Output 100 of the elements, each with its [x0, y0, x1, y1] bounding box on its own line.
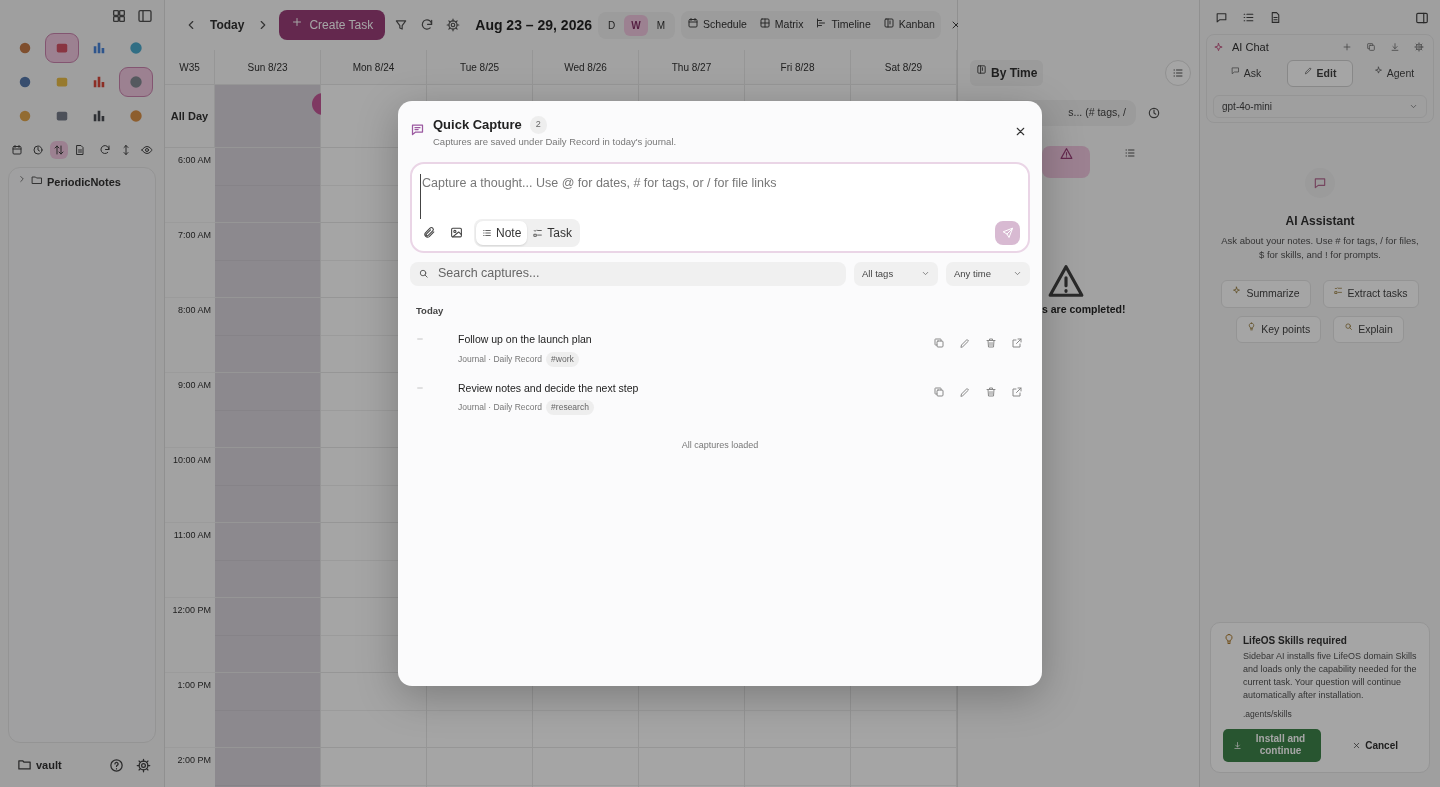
dialog-title: Quick Capture	[433, 116, 522, 134]
view-tab[interactable]: W	[624, 14, 648, 36]
filter-dropdown[interactable]: Any time	[946, 261, 1030, 286]
search-field[interactable]: Search captures...	[410, 261, 846, 286]
search-icon	[418, 268, 429, 280]
sidebar-toggle-icon	[1415, 10, 1429, 25]
count-badge: 2	[529, 116, 547, 134]
quick-action-button[interactable]: Explain	[1333, 315, 1404, 344]
edit-icon	[959, 385, 971, 398]
list-icon	[1124, 146, 1136, 159]
columns-icon	[976, 64, 987, 75]
assistant-heading: AI Assistant	[1284, 213, 1356, 231]
checklist-icon	[1333, 285, 1343, 295]
chat-mode-tab[interactable]: Ask	[1213, 59, 1279, 88]
send-icon	[1001, 226, 1014, 239]
type-tab[interactable]: Note	[476, 220, 528, 245]
vault-button[interactable]: vault	[14, 753, 65, 777]
warning-icon	[1059, 146, 1073, 160]
capture-source: Journal · Daily Record	[458, 401, 543, 414]
assistant-description: Ask about your notes. Use # for tags, / for files, $ for skills, and ! for prompts.	[1220, 234, 1420, 262]
app-icon[interactable]	[119, 67, 153, 97]
plus-icon	[1342, 42, 1352, 53]
send-button[interactable]	[995, 220, 1020, 245]
search-icon	[1344, 321, 1354, 331]
warning-tab[interactable]	[1042, 145, 1090, 178]
tag-label: #research	[546, 400, 594, 415]
dash-icon	[416, 335, 424, 343]
filter-dropdown[interactable]: All tags	[854, 261, 938, 286]
view-mode-tab[interactable]: Timeline	[812, 14, 874, 36]
notice-path: .agents/skills	[1243, 708, 1293, 721]
help-icon	[109, 757, 124, 773]
checklist-icon	[533, 227, 544, 238]
tree-item[interactable]: PeriodicNotes	[17, 174, 147, 191]
matrix-icon	[758, 17, 771, 30]
filter-icon	[394, 18, 409, 32]
plus-icon	[291, 16, 304, 28]
type-tab[interactable]: Task	[527, 220, 579, 245]
bulb-icon	[1223, 633, 1235, 645]
capture-input[interactable]: Capture a thought... Use @ for dates, # for tags, or / for file links	[420, 173, 1020, 219]
cancel-button[interactable]: Cancel	[1349, 734, 1401, 756]
sort-icon[interactable]	[50, 141, 68, 159]
view-mode-tab[interactable]: Schedule	[684, 14, 750, 36]
view-mode-tab[interactable]: Matrix	[755, 14, 807, 36]
copy-icon	[933, 385, 945, 398]
image-icon	[450, 226, 463, 240]
settings-icon	[136, 757, 151, 773]
copy-icon	[933, 337, 945, 349]
quick-action-button[interactable]: Key points	[1236, 315, 1322, 344]
search-input[interactable]: Search captures...	[436, 263, 838, 285]
refresh-icon	[420, 18, 435, 32]
list-toggle-button[interactable]	[1165, 60, 1191, 86]
edit-icon	[959, 337, 971, 349]
download-icon	[1233, 740, 1242, 750]
view-tab[interactable]: M	[649, 14, 673, 36]
list-icon	[1172, 67, 1184, 79]
notice-title: LifeOS Skills required	[1243, 634, 1348, 648]
capture-text: Review notes and decide the next step	[458, 380, 639, 396]
capture-field[interactable]: Capture a thought... Use @ for dates, # for tags, or / for file links Note Task	[410, 161, 1030, 253]
settings-icon	[446, 18, 461, 32]
group-heading: Today	[416, 303, 445, 318]
status-text: All captures loaded	[680, 439, 760, 452]
chat-icon	[1230, 65, 1240, 75]
view-mode-tab[interactable]: Kanban	[879, 14, 938, 36]
chat-mode-tab[interactable]: Agent	[1361, 59, 1427, 88]
view-tab[interactable]: D	[601, 14, 623, 36]
timeline-icon	[815, 17, 828, 30]
chat-icon	[1313, 176, 1327, 191]
date-range: Aug 23 – 29, 2026	[475, 15, 592, 35]
chat-title: AI Chat	[1232, 40, 1269, 55]
quick-action-button[interactable]: Extract tasks	[1322, 279, 1419, 308]
bulb-icon	[1247, 321, 1257, 331]
delete-icon	[985, 337, 997, 349]
list-icon	[482, 227, 492, 238]
create-task-button[interactable]: Create Task	[279, 10, 386, 40]
close-icon	[1014, 125, 1027, 138]
model-select[interactable]: gpt-4o-mini	[1213, 95, 1427, 119]
folder-icon	[31, 174, 43, 186]
all-day-label: All Day	[165, 85, 215, 148]
sparkle-icon	[1213, 41, 1224, 53]
pencil-icon	[1303, 65, 1313, 75]
clock-icon	[1147, 105, 1161, 120]
install-button[interactable]: Install and continue	[1223, 728, 1321, 762]
delete-icon	[985, 385, 997, 398]
sparkle-icon	[1373, 65, 1383, 75]
group-by-button[interactable]: By Time	[970, 60, 1044, 86]
app-icon[interactable]	[45, 33, 79, 63]
quick-action-button[interactable]: Summarize	[1221, 279, 1311, 308]
notice-body: Sidebar AI installs five LifeOS domain Skills and loads only the capability needed for the current task. Your question will continue automatically after installation.	[1243, 650, 1417, 703]
open-link-icon	[1011, 385, 1023, 398]
sparkle-icon	[1232, 285, 1242, 295]
calendar-icon	[687, 17, 700, 30]
empty-message: s are completed!	[1042, 301, 1126, 317]
today-button[interactable]: Today	[207, 13, 248, 37]
message-icon	[410, 122, 425, 137]
capture-source: Journal · Daily Record	[458, 352, 543, 366]
chat-mode-tab[interactable]: Edit	[1287, 59, 1353, 88]
columns-icon	[882, 17, 895, 30]
capture-text: Follow up on the launch plan	[458, 332, 592, 347]
download-icon	[1390, 42, 1400, 53]
open-link-icon	[1011, 337, 1023, 349]
